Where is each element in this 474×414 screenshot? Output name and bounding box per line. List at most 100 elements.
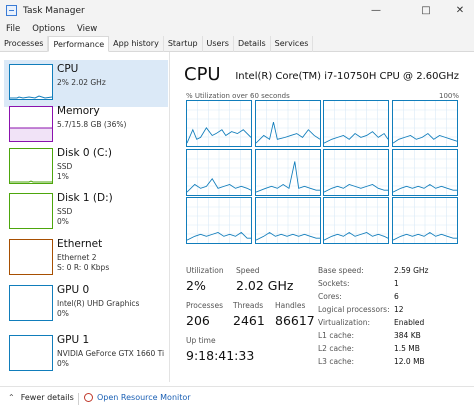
maximize-icon[interactable]: □ — [412, 0, 440, 21]
chevron-up-icon: ⌃ — [8, 393, 15, 402]
gpu0-thumbnail — [9, 285, 53, 321]
tab-startup[interactable]: Startup — [164, 36, 203, 52]
resource-name: Disk 0 (C:) — [57, 147, 112, 159]
tab-processes[interactable]: Processes — [0, 36, 49, 52]
resource-item-memory[interactable]: Memory 5.7/15.8 GB (36%) — [4, 102, 168, 149]
resource-item-disk1[interactable]: Disk 1 (D:) SSD 0% — [4, 189, 168, 236]
resource-name: Ethernet — [57, 238, 103, 250]
utilization-label: Utilization — [186, 266, 224, 275]
threads-value: 2461 — [233, 313, 265, 328]
uptime-label: Up time — [186, 336, 216, 345]
l3-cache-key: L3 cache: — [318, 357, 355, 366]
fewer-details-label: Fewer details — [20, 393, 74, 402]
logical-processors-key: Logical processors: — [318, 305, 390, 314]
handles-label: Handles — [275, 301, 306, 310]
resource-item-cpu[interactable]: CPU 2% 2.02 GHz — [4, 60, 168, 107]
open-resource-monitor-label: Open Resource Monitor — [97, 393, 191, 402]
disk1-thumbnail — [9, 193, 53, 229]
logical-processor-graph — [254, 197, 321, 244]
l2-cache-key: L2 cache: — [318, 344, 355, 353]
resource-sub: 2% 2.02 GHz — [57, 78, 106, 87]
ethernet-thumbnail — [9, 239, 53, 275]
speed-value: 2.02 GHz — [236, 278, 294, 293]
logical-processor-graph — [323, 100, 389, 147]
logical-processor-graph — [254, 100, 321, 147]
sockets-value: 1 — [394, 279, 399, 288]
close-icon[interactable]: ✕ — [446, 0, 474, 21]
resource-sub: S: 0 R: 0 Kbps — [57, 263, 110, 272]
resource-item-ethernet[interactable]: Ethernet Ethernet 2 S: 0 R: 0 Kbps — [4, 235, 168, 282]
logical-processor-graph — [186, 100, 252, 147]
logical-processor-graph — [186, 148, 252, 196]
resource-sub: 0% — [57, 217, 69, 226]
resource-sub: Ethernet 2 — [57, 253, 97, 262]
resource-name: CPU — [57, 63, 79, 75]
resource-item-disk0[interactable]: Disk 0 (C:) SSD 1% — [4, 144, 168, 191]
utilization-value: 2% — [186, 278, 206, 293]
sockets-key: Sockets: — [318, 279, 350, 288]
processes-label: Processes — [186, 301, 223, 310]
virtualization-value: Enabled — [394, 318, 425, 327]
resource-name: Disk 1 (D:) — [57, 192, 113, 204]
fewer-details-button[interactable]: ⌃ Fewer details — [8, 393, 74, 402]
resource-sub: NVIDIA GeForce GTX 1660 Ti — [57, 349, 165, 358]
memory-thumbnail — [9, 106, 53, 142]
resource-sub: Intel(R) UHD Graphics — [57, 299, 140, 308]
logical-processor-graph — [391, 148, 458, 196]
resource-item-gpu0[interactable]: GPU 0 Intel(R) UHD Graphics 0% — [4, 281, 168, 328]
logical-processor-graph — [186, 197, 252, 244]
menu-file[interactable]: File — [6, 24, 20, 34]
handles-value: 86617 — [275, 313, 315, 328]
logical-processor-graph — [391, 197, 458, 244]
open-resource-monitor-link[interactable]: Open Resource Monitor — [84, 393, 191, 402]
menu-options[interactable]: Options — [32, 24, 65, 34]
page-title: CPU — [184, 64, 221, 85]
l1-cache-key: L1 cache: — [318, 331, 355, 340]
tab-app-history[interactable]: App history — [109, 36, 164, 52]
tab-performance[interactable]: Performance — [48, 36, 110, 52]
gpu1-thumbnail — [9, 335, 53, 371]
minimize-icon[interactable]: — — [362, 0, 390, 21]
resource-name: GPU 0 — [57, 284, 90, 296]
resource-item-gpu1[interactable]: GPU 1 NVIDIA GeForce GTX 1660 Ti 0% — [4, 331, 168, 378]
cores-value: 6 — [394, 292, 399, 301]
cores-key: Cores: — [318, 292, 342, 301]
l1-cache-value: 384 KB — [394, 331, 421, 340]
window-title: Task Manager — [23, 5, 85, 16]
footer: ⌃ Fewer details Open Resource Monitor — [0, 386, 474, 410]
resource-sub: 1% — [57, 172, 69, 181]
resource-sub: SSD — [57, 162, 73, 171]
resource-sub: 0% — [57, 309, 69, 318]
speed-label: Speed — [236, 266, 260, 275]
resource-list: CPU 2% 2.02 GHz Memory 5.7/15.8 GB (36%)… — [0, 52, 170, 382]
resource-sub: 0% — [57, 359, 69, 368]
resource-name: GPU 1 — [57, 334, 90, 346]
l2-cache-value: 1.5 MB — [394, 344, 420, 353]
logical-processor-graph — [254, 148, 321, 196]
virtualization-key: Virtualization: — [318, 318, 371, 327]
menu-bar: File Options View — [0, 21, 474, 36]
logical-processors-value: 12 — [394, 305, 404, 314]
logical-processor-graph — [391, 100, 458, 147]
tab-bar: Processes Performance App history Startu… — [0, 36, 474, 52]
menu-view[interactable]: View — [77, 24, 97, 34]
utilization-max-label: 100% — [438, 92, 459, 100]
resource-name: Memory — [57, 105, 100, 117]
task-manager-icon — [6, 5, 17, 16]
resource-sub: SSD — [57, 207, 73, 216]
disk0-thumbnail — [9, 148, 53, 184]
processes-value: 206 — [186, 313, 210, 328]
cpu-detail-panel: CPU Intel(R) Core(TM) i7-10750H CPU @ 2.… — [184, 52, 469, 382]
base-speed-key: Base speed: — [318, 266, 364, 275]
logical-processor-graph — [323, 197, 389, 244]
l3-cache-value: 12.0 MB — [394, 357, 425, 366]
threads-label: Threads — [233, 301, 264, 310]
tab-services[interactable]: Services — [271, 36, 314, 52]
resource-sub: 5.7/15.8 GB (36%) — [57, 120, 127, 129]
utilization-axis-label: % Utilization over 60 seconds — [186, 92, 290, 100]
tab-users[interactable]: Users — [203, 36, 234, 52]
cpu-thumbnail — [9, 64, 53, 100]
footer-divider — [78, 393, 79, 405]
base-speed-value: 2.59 GHz — [394, 266, 429, 275]
tab-details[interactable]: Details — [234, 36, 271, 52]
